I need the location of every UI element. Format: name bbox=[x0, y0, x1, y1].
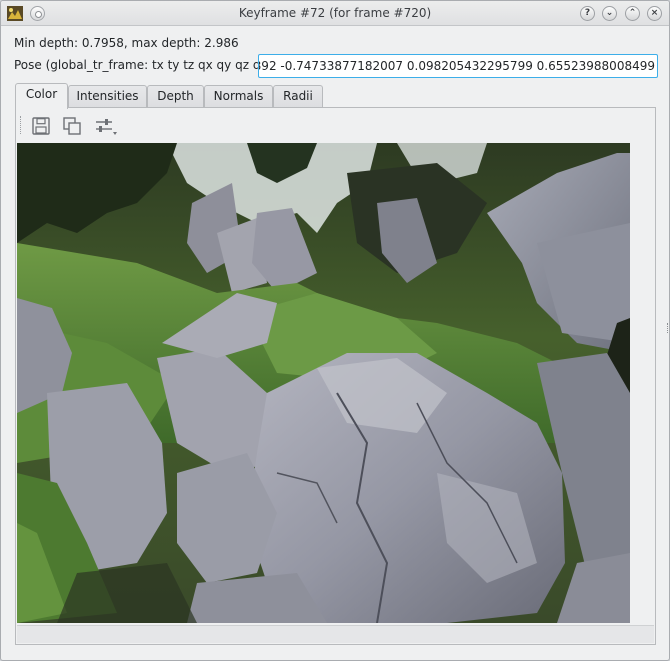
depth-range-label: Min depth: 0.7958, max depth: 2.986 bbox=[14, 36, 239, 50]
keyframe-window: Keyframe #72 (for frame #720) ? ⌄ ⌃ × Mi… bbox=[0, 0, 670, 661]
pose-input[interactable]: 778009892 -0.74733877182007 0.0982054322… bbox=[258, 54, 658, 78]
maximize-button[interactable]: ⌃ bbox=[625, 6, 640, 21]
tab-normals[interactable]: Normals bbox=[204, 85, 273, 108]
tab-color[interactable]: Color bbox=[15, 83, 68, 109]
tab-depth[interactable]: Depth bbox=[147, 85, 204, 108]
save-icon[interactable] bbox=[31, 116, 51, 136]
keyframe-color-image[interactable] bbox=[17, 143, 630, 623]
toolbar-handle[interactable] bbox=[20, 116, 22, 134]
image-toolbar bbox=[16, 108, 655, 141]
window-title: Keyframe #72 (for frame #720) bbox=[238, 6, 432, 20]
horizontal-scroll-area[interactable] bbox=[17, 625, 654, 643]
tab-intensities[interactable]: Intensities bbox=[68, 85, 147, 108]
color-tab-panel bbox=[15, 107, 656, 645]
pose-label: Pose (global_tr_frame: tx ty tz qx qy qz… bbox=[14, 58, 279, 72]
close-button[interactable]: × bbox=[647, 6, 662, 21]
tab-radii[interactable]: Radii bbox=[273, 85, 323, 108]
resize-grip[interactable] bbox=[667, 323, 669, 333]
pose-value: 778009892 -0.74733877182007 0.0982054322… bbox=[259, 59, 655, 73]
copy-icon[interactable] bbox=[62, 116, 82, 136]
rocky-slope-photo bbox=[17, 143, 630, 623]
vertical-scroll-area[interactable] bbox=[632, 143, 654, 625]
minimize-button[interactable]: ⌄ bbox=[602, 6, 617, 21]
title-bar[interactable]: Keyframe #72 (for frame #720) ? ⌄ ⌃ × bbox=[1, 1, 669, 26]
settings-sliders-icon[interactable] bbox=[94, 116, 118, 136]
help-button[interactable]: ? bbox=[580, 6, 595, 21]
